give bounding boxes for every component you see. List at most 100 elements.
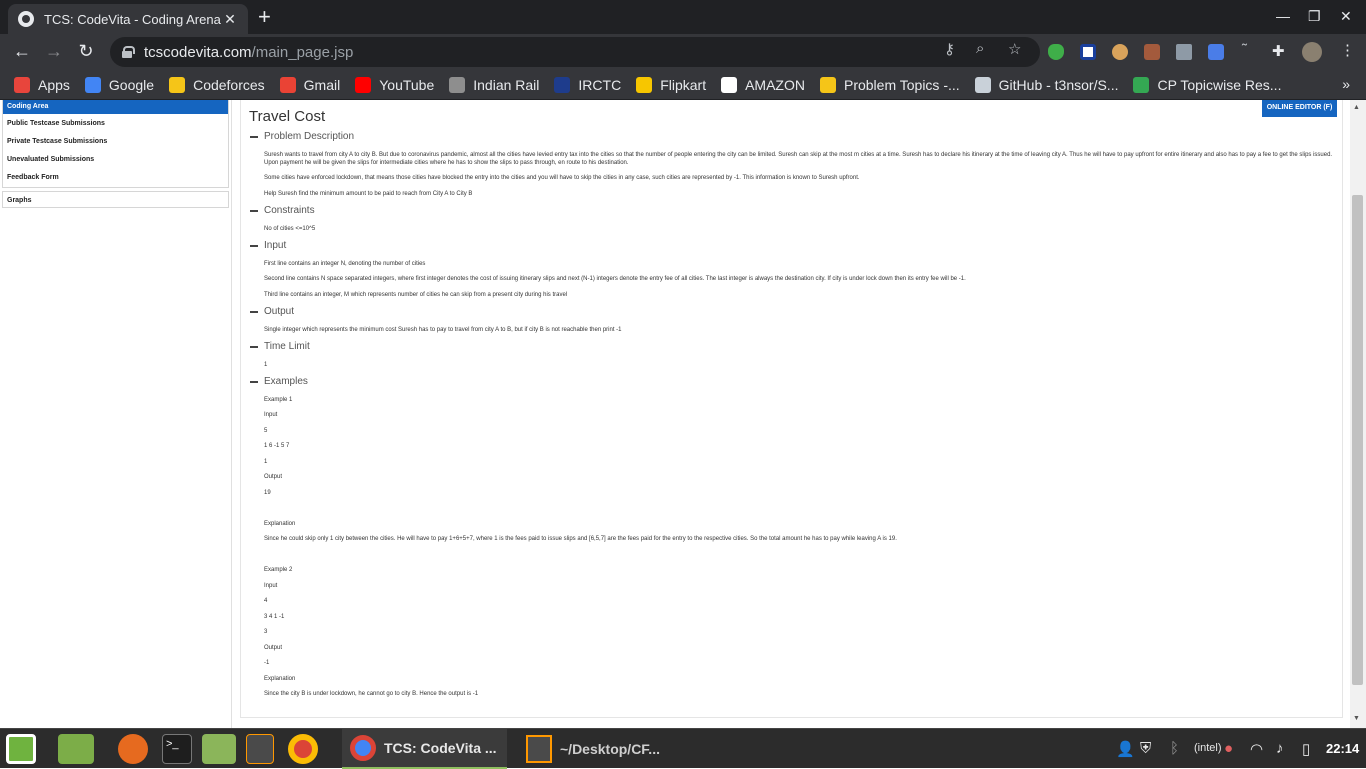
translate-extension-icon[interactable]: [1208, 44, 1224, 60]
browser-titlebar: TCS: CodeVita - Coding Arena ✕ + — ❐ ✕: [0, 0, 1366, 34]
input-line-1: First line contains an integer N, denoti…: [264, 261, 426, 267]
bookmark-favicon-icon: [819, 76, 836, 93]
extension-icon-3[interactable]: [1176, 44, 1192, 60]
example-1-title: Example 1: [264, 397, 293, 403]
show-desktop-icon[interactable]: [58, 734, 94, 764]
sidebar-item-private-submissions[interactable]: Private Testcase Submissions: [7, 138, 107, 145]
bookmark-item[interactable]: Codeforces: [169, 76, 265, 93]
section-heading: Constraints: [264, 205, 315, 216]
address-bar[interactable]: tcscodevita.com /main_page.jsp: [110, 37, 1040, 67]
close-window-button[interactable]: ✕: [1340, 8, 1352, 25]
bookmark-item[interactable]: AMAZON: [721, 76, 805, 93]
bookmark-item[interactable]: Flipkart: [636, 76, 707, 93]
sidebar-item-graphs[interactable]: Graphs: [2, 191, 229, 208]
bluetooth-icon[interactable]: ᛒ: [1170, 740, 1179, 757]
collapse-icon[interactable]: [250, 380, 258, 383]
example-1-input-fees: 1 6 -1 5 7: [264, 443, 290, 449]
extension-icon-4[interactable]: ˜: [1242, 41, 1247, 58]
section-heading: Examples: [264, 376, 308, 387]
extension-icon[interactable]: [1080, 44, 1096, 60]
battery-icon[interactable]: ▯: [1302, 740, 1310, 758]
bookmark-favicon-icon: [554, 76, 571, 93]
shield-tray-icon[interactable]: ⛨: [1140, 740, 1151, 757]
input-line-3: Third line contains an integer, M which …: [264, 292, 568, 298]
bookmark-favicon-icon: [449, 76, 466, 93]
lock-icon: [122, 46, 135, 58]
volume-icon[interactable]: ♪: [1276, 740, 1284, 757]
bookmark-label: YouTube: [379, 76, 435, 93]
sidebar-item-feedback[interactable]: Feedback Form: [7, 174, 59, 181]
bookmark-item[interactable]: Google: [84, 76, 154, 93]
section-input[interactable]: Input: [250, 240, 286, 251]
output-text: Single integer which represents the mini…: [264, 327, 622, 333]
profile-avatar[interactable]: [1302, 42, 1322, 62]
bookmark-item[interactable]: IRCTC: [554, 76, 621, 93]
section-heading: Input: [264, 240, 287, 251]
collapse-icon[interactable]: [250, 135, 258, 138]
sidebar-menu: Coding Area Public Testcase Submissions …: [2, 100, 229, 188]
bookmark-favicon-icon: [974, 76, 991, 93]
puzzle-extensions-icon[interactable]: ✚: [1272, 42, 1285, 60]
firefox-icon[interactable]: [118, 734, 148, 764]
scroll-down-icon[interactable]: ▼: [1353, 715, 1360, 722]
bookmark-label: GitHub - t3nsor/S...: [998, 76, 1119, 93]
scrollbar-thumb[interactable]: [1352, 195, 1363, 685]
section-constraints[interactable]: Constraints: [250, 205, 315, 216]
section-examples[interactable]: Examples: [250, 376, 308, 387]
tab-close-icon[interactable]: ✕: [222, 11, 238, 28]
extension-icon-2[interactable]: [1144, 44, 1160, 60]
cookie-extension-icon[interactable]: [1112, 44, 1128, 60]
bookmark-item[interactable]: CP Topicwise Res...: [1133, 76, 1282, 93]
shield-extension-icon[interactable]: [1048, 44, 1064, 60]
bookmark-item[interactable]: YouTube: [355, 76, 435, 93]
collapse-icon[interactable]: [250, 310, 258, 313]
example-1-input-label: Input: [264, 412, 278, 418]
bookmark-favicon-icon: [636, 76, 653, 93]
bookmark-item[interactable]: Apps: [14, 76, 70, 93]
back-icon[interactable]: ←: [11, 41, 33, 61]
bookmark-label: CP Topicwise Res...: [1157, 76, 1282, 93]
collapse-icon[interactable]: [250, 209, 258, 212]
description-paragraph-2: Some cities have enforced lockdown, that…: [264, 175, 860, 181]
mint-menu-icon[interactable]: [6, 734, 36, 764]
collapse-icon[interactable]: [250, 244, 258, 247]
notification-icon[interactable]: ●: [1224, 740, 1233, 757]
constraint-text: No of cities <=10^5: [264, 226, 316, 232]
bookmark-label: Flipkart: [660, 76, 707, 93]
files-icon[interactable]: [202, 734, 236, 764]
collapse-icon[interactable]: [250, 345, 258, 348]
bookmark-item[interactable]: Indian Rail: [449, 76, 539, 93]
chrome-icon[interactable]: [288, 734, 318, 764]
forward-icon[interactable]: →: [43, 41, 65, 61]
sidebar-item-public-submissions[interactable]: Public Testcase Submissions: [7, 120, 105, 127]
section-output[interactable]: Output: [250, 306, 294, 317]
key-icon[interactable]: ⚷: [944, 40, 955, 58]
minimize-button[interactable]: —: [1276, 8, 1290, 24]
bookmark-item[interactable]: Gmail: [279, 76, 340, 93]
taskbar-sublime-window[interactable]: ~/Desktop/CF...: [518, 729, 688, 769]
bookmark-item[interactable]: Problem Topics -...: [819, 76, 960, 93]
section-time-limit[interactable]: Time Limit: [250, 341, 310, 352]
online-editor-button[interactable]: ONLINE EDITOR (F): [1262, 100, 1337, 117]
scroll-up-icon[interactable]: ▲: [1353, 104, 1360, 111]
taskbar-chrome-window[interactable]: TCS: CodeVita ...: [342, 729, 507, 769]
bookmarks-overflow-button[interactable]: »: [1342, 76, 1350, 92]
bookmark-favicon-icon: [355, 76, 372, 93]
zoom-icon[interactable]: ⌕: [976, 40, 984, 57]
sidebar-item-unevaluated[interactable]: Unevaluated Submissions: [7, 156, 94, 163]
sublime-icon[interactable]: [246, 734, 274, 764]
reload-icon[interactable]: ↻: [75, 41, 97, 61]
bookmark-item[interactable]: GitHub - t3nsor/S...: [974, 76, 1119, 93]
user-icon[interactable]: 👤: [1116, 740, 1135, 758]
menu-dots-icon[interactable]: ⋮: [1340, 41, 1355, 59]
wifi-icon[interactable]: ◠: [1250, 740, 1263, 758]
bookmark-label: Apps: [38, 76, 70, 93]
intel-icon[interactable]: (intel): [1194, 742, 1222, 754]
bookmark-star-icon[interactable]: ☆: [1008, 40, 1021, 58]
sidebar-item-coding-area[interactable]: Coding Area: [3, 100, 228, 114]
maximize-button[interactable]: ❐: [1308, 8, 1321, 25]
browser-tab-active[interactable]: TCS: CodeVita - Coding Arena ✕: [8, 4, 248, 34]
section-problem-description[interactable]: Problem Description: [250, 131, 354, 142]
terminal-icon[interactable]: >_: [162, 734, 192, 764]
new-tab-button[interactable]: +: [258, 6, 271, 28]
